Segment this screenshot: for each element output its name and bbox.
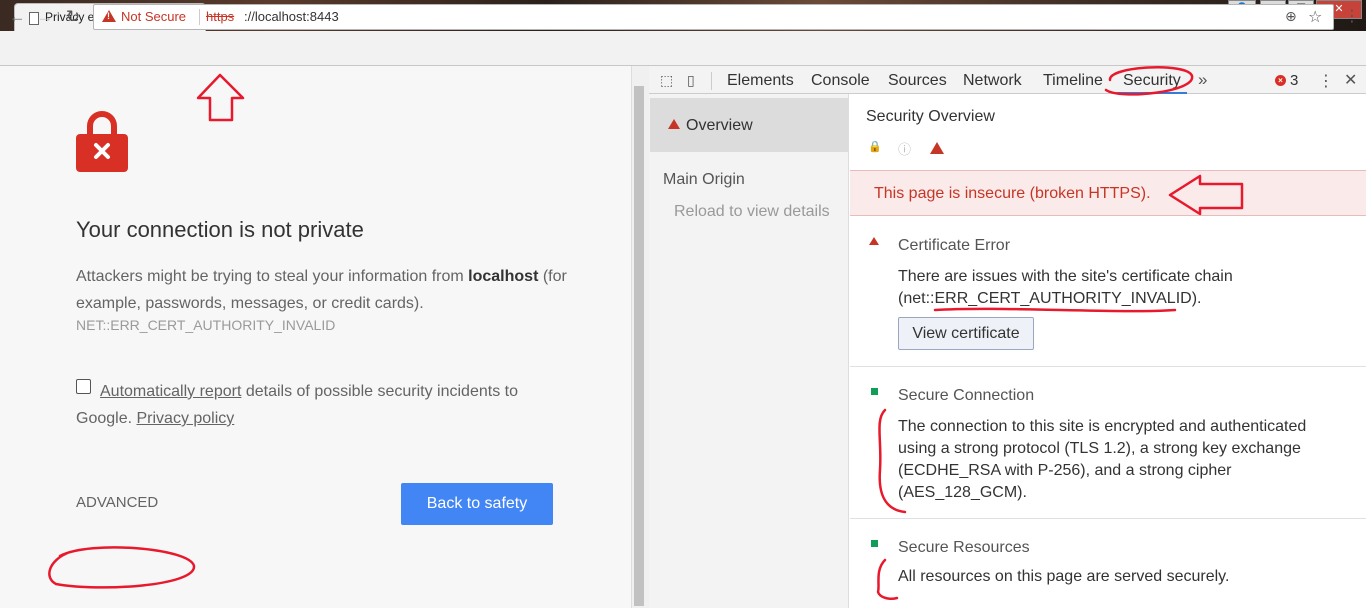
warning-icon[interactable]	[102, 10, 116, 22]
certificate-error-title: Certificate Error	[898, 237, 1011, 254]
device-mode-icon[interactable]: ▯	[687, 72, 695, 89]
devtools-menu-icon[interactable]: ⋮	[1318, 71, 1334, 91]
secure-lock-icon: 🔒	[868, 141, 882, 153]
section-divider	[850, 366, 1366, 367]
auto-report-link[interactable]: Automatically report	[100, 383, 241, 400]
security-overview-title: Security Overview	[866, 108, 995, 125]
tab-security[interactable]: Security	[1123, 72, 1181, 90]
address-divider	[199, 9, 200, 25]
report-text: Automatically report details of possible…	[76, 378, 576, 432]
info-icon: ⓘ	[898, 142, 912, 157]
hostname: localhost	[468, 268, 539, 285]
reload-icon[interactable]: ↻	[62, 6, 84, 28]
url-scheme: https	[206, 9, 235, 24]
tab-elements[interactable]: Elements	[727, 72, 794, 90]
tab-console[interactable]: Console	[811, 72, 870, 90]
devtools-close-icon[interactable]: ✕	[1344, 70, 1357, 90]
warning-description: Attackers might be trying to steal your …	[76, 263, 596, 317]
description-prefix: Attackers might be trying to steal your …	[76, 268, 469, 285]
reload-hint: Reload to view details	[674, 203, 830, 220]
error-icon[interactable]: ×	[1275, 75, 1286, 86]
view-certificate-button[interactable]: View certificate	[898, 317, 1034, 350]
not-secure-label[interactable]: Not Secure	[121, 9, 186, 24]
bookmark-star-icon[interactable]: ☆	[1308, 7, 1322, 27]
secure-resources-title: Secure Resources	[898, 539, 1030, 556]
tab-sources[interactable]: Sources	[888, 72, 947, 90]
secure-connection-title: Secure Connection	[898, 387, 1035, 404]
error-count[interactable]: 3	[1290, 72, 1298, 89]
secure-square-icon	[871, 388, 878, 395]
error-code[interactable]: NET::ERR_CERT_AUTHORITY_INVALID	[76, 317, 335, 333]
address-bar[interactable]: Not Secure https ://localhost:8443 ⊕ ☆	[93, 4, 1334, 30]
toolbar-divider	[711, 72, 712, 90]
more-tabs-icon[interactable]: »	[1198, 70, 1207, 90]
insecure-message: This page is insecure (broken HTTPS).	[874, 185, 1151, 202]
section-divider	[850, 518, 1366, 519]
insecure-warning-icon	[930, 142, 944, 154]
advanced-button[interactable]: ADVANCED	[76, 494, 158, 511]
back-to-safety-button[interactable]: Back to safety	[401, 483, 553, 525]
tab-timeline[interactable]: Timeline	[1043, 72, 1103, 90]
page-title: Your connection is not private	[76, 217, 364, 242]
secure-connection-description: The connection to this site is encrypted…	[898, 418, 1307, 501]
inspect-element-icon[interactable]: ⬚	[660, 72, 673, 89]
forward-arrow-icon[interactable]: →	[34, 6, 56, 28]
warning-icon	[668, 119, 680, 129]
warning-icon	[869, 237, 879, 245]
secure-resources-description: All resources on this page are served se…	[898, 568, 1230, 585]
privacy-policy-link[interactable]: Privacy policy	[136, 410, 234, 427]
tab-network[interactable]: Network	[963, 72, 1022, 90]
back-arrow-icon[interactable]: ←	[6, 6, 28, 28]
scrollbar-thumb[interactable]	[634, 86, 644, 606]
active-tab-indicator	[1117, 92, 1187, 94]
url-host: ://localhost:8443	[244, 9, 339, 24]
certificate-error-description: There are issues with the site's certifi…	[898, 268, 1233, 307]
zoom-icon[interactable]: ⊕	[1285, 8, 1297, 25]
browser-menu-icon[interactable]: ⋮	[1344, 6, 1360, 26]
broken-lock-icon	[76, 111, 128, 172]
browser-toolbar	[0, 31, 1366, 66]
secure-square-icon	[871, 540, 878, 547]
sidebar-item-label[interactable]: Overview	[686, 117, 753, 135]
sidebar-item-main-origin[interactable]: Main Origin	[663, 171, 745, 189]
